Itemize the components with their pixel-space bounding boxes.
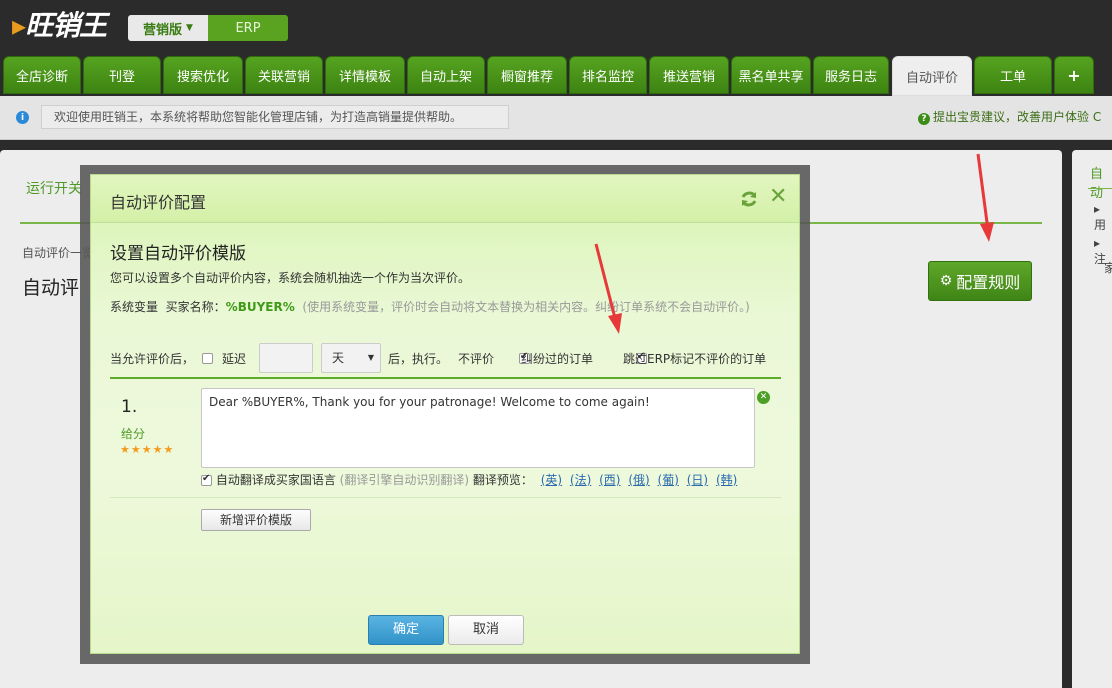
dispute-order-label: 纠纷过的订单 xyxy=(521,352,594,366)
config-rules-button[interactable]: ⚙ 配置规则 xyxy=(928,261,1032,301)
gear-icon: ⚙ xyxy=(939,273,953,289)
options-suffix: 后，执行。 xyxy=(388,352,449,366)
preview-lang-pt[interactable]: (葡) xyxy=(658,473,679,487)
welcome-message: 欢迎使用旺销王，本系统将帮助您智能化管理店铺，为打造高销量提供帮助。 xyxy=(41,105,509,129)
preview-lang-ru[interactable]: (俄) xyxy=(628,473,649,487)
no-eval-label: 不评价 xyxy=(458,352,495,366)
system-variables-note: 系统变量 买家名称：%BUYER% (使用系统变量，评价时会自动将文本替换为相关… xyxy=(110,300,750,314)
dialog-header: 自动评价配置 ✕ xyxy=(91,175,799,223)
edition-selected-button[interactable]: 营销版 ▼ xyxy=(128,15,208,41)
section-divider xyxy=(110,377,781,379)
auto-translate-label: 自动翻译成买家国语言 xyxy=(215,473,336,487)
side-divider xyxy=(1088,188,1112,189)
tab-auto-listing[interactable]: 自动上架 xyxy=(407,56,485,94)
template-divider xyxy=(110,497,781,498)
tab-detail-template[interactable]: 详情模板 xyxy=(325,56,405,94)
preview-lang-en[interactable]: (英) xyxy=(541,473,562,487)
preview-label: 翻译预览： xyxy=(472,473,533,487)
template-number: 1. xyxy=(121,397,138,417)
tab-related-marketing[interactable]: 关联营销 xyxy=(245,56,323,94)
side-item: ▸ 用 xyxy=(1094,202,1107,232)
auto-review-config-dialog: 自动评价配置 ✕ 设置自动评价模版 您可以设置多个自动评价内容，系统会随机抽选一… xyxy=(90,174,800,654)
main-nav: 全店诊断 刊登 搜索优化 关联营销 详情模板 自动上架 橱窗推荐 排名监控 推送… xyxy=(0,56,1112,96)
translate-note: (翻译引擎自动识别翻译) xyxy=(339,473,470,487)
close-icon[interactable]: ✕ xyxy=(769,186,791,208)
section-title: 设置自动评价模版 xyxy=(110,244,246,264)
top-bar: ▸旺销王 营销版 ▼ ERP xyxy=(0,0,1112,58)
delay-label: 延迟 xyxy=(222,352,247,366)
review-message-textarea[interactable]: Dear %BUYER%, Thank you for your patrona… xyxy=(201,388,755,468)
options-prefix: 当允许评价后， xyxy=(110,352,195,366)
score-label: 给分 xyxy=(121,427,146,441)
side-item: 家 xyxy=(1104,261,1112,275)
suggest-link[interactable]: ? 提出宝贵建议，改善用户体验 C xyxy=(918,108,1101,125)
bullet-arrow-icon: ▸ xyxy=(1094,236,1101,250)
tab-blacklist-share[interactable]: 黑名单共享 xyxy=(731,56,811,94)
auto-translate-checkbox[interactable] xyxy=(201,473,212,486)
tab-listing[interactable]: 刊登 xyxy=(83,56,161,94)
tab-ticket[interactable]: 工单 xyxy=(974,56,1052,94)
page-title: 自动评 xyxy=(22,277,80,299)
delay-checkbox[interactable] xyxy=(202,353,213,364)
confirm-button[interactable]: 确定 xyxy=(368,615,444,645)
preview-lang-ja[interactable]: (日) xyxy=(687,473,708,487)
cancel-button[interactable]: 取消 xyxy=(448,615,524,645)
app-logo[interactable]: ▸旺销王 xyxy=(12,4,107,44)
tab-auto-review[interactable]: 自动评价 xyxy=(892,56,972,96)
add-tab-button[interactable]: + xyxy=(1054,56,1094,94)
edition-switch[interactable]: 营销版 ▼ ERP xyxy=(128,15,288,41)
run-switch-tab[interactable]: 运行开关 xyxy=(26,178,82,198)
tab-service-log[interactable]: 服务日志 xyxy=(813,56,889,94)
skip-erp-label: 跳过ERP标记不评价的订单 xyxy=(623,352,767,366)
section-description: 您可以设置多个自动评价内容，系统会随机抽选一个作为当次评价。 xyxy=(110,271,471,285)
preview-lang-fr[interactable]: (法) xyxy=(570,473,591,487)
tab-shop-diagnosis[interactable]: 全店诊断 xyxy=(3,56,81,94)
remove-template-icon[interactable]: ✕ xyxy=(757,391,770,404)
dialog-title: 自动评价配置 xyxy=(110,193,207,212)
tab-push-marketing[interactable]: 推送营销 xyxy=(649,56,729,94)
translate-row: 自动翻译成买家国语言 (翻译引擎自动识别翻译) 翻译预览： (英) (法) (西… xyxy=(201,471,737,488)
question-icon: ? xyxy=(918,113,930,125)
refresh-icon[interactable] xyxy=(739,189,759,209)
tab-search-optimize[interactable]: 搜索优化 xyxy=(163,56,243,94)
delay-unit-select[interactable]: 天 ▼ xyxy=(321,343,381,373)
edition-erp-button[interactable]: ERP xyxy=(208,15,288,41)
tab-window-recommend[interactable]: 橱窗推荐 xyxy=(487,56,567,94)
info-icon: i xyxy=(16,111,29,124)
options-row: 当允许评价后， 延迟 天▼ 后，执行。 不评价 纠纷过的订单 跳过ERP标记不评… xyxy=(110,343,790,373)
buyer-variable: %BUYER% xyxy=(225,300,295,314)
delay-days-input[interactable] xyxy=(259,343,313,373)
dropdown-arrow-icon: ▼ xyxy=(367,353,374,362)
caret-down-icon: ▼ xyxy=(186,23,193,33)
preview-lang-ko[interactable]: (韩) xyxy=(716,473,737,487)
star-rating[interactable]: ★★★★★ xyxy=(120,443,174,456)
side-panel-title: 自动 xyxy=(1090,167,1104,201)
add-template-button[interactable]: 新增评价模版 xyxy=(201,509,311,531)
preview-lang-es[interactable]: (西) xyxy=(599,473,620,487)
tab-rank-monitor[interactable]: 排名监控 xyxy=(569,56,647,94)
bullet-arrow-icon: ▸ xyxy=(1094,202,1101,216)
